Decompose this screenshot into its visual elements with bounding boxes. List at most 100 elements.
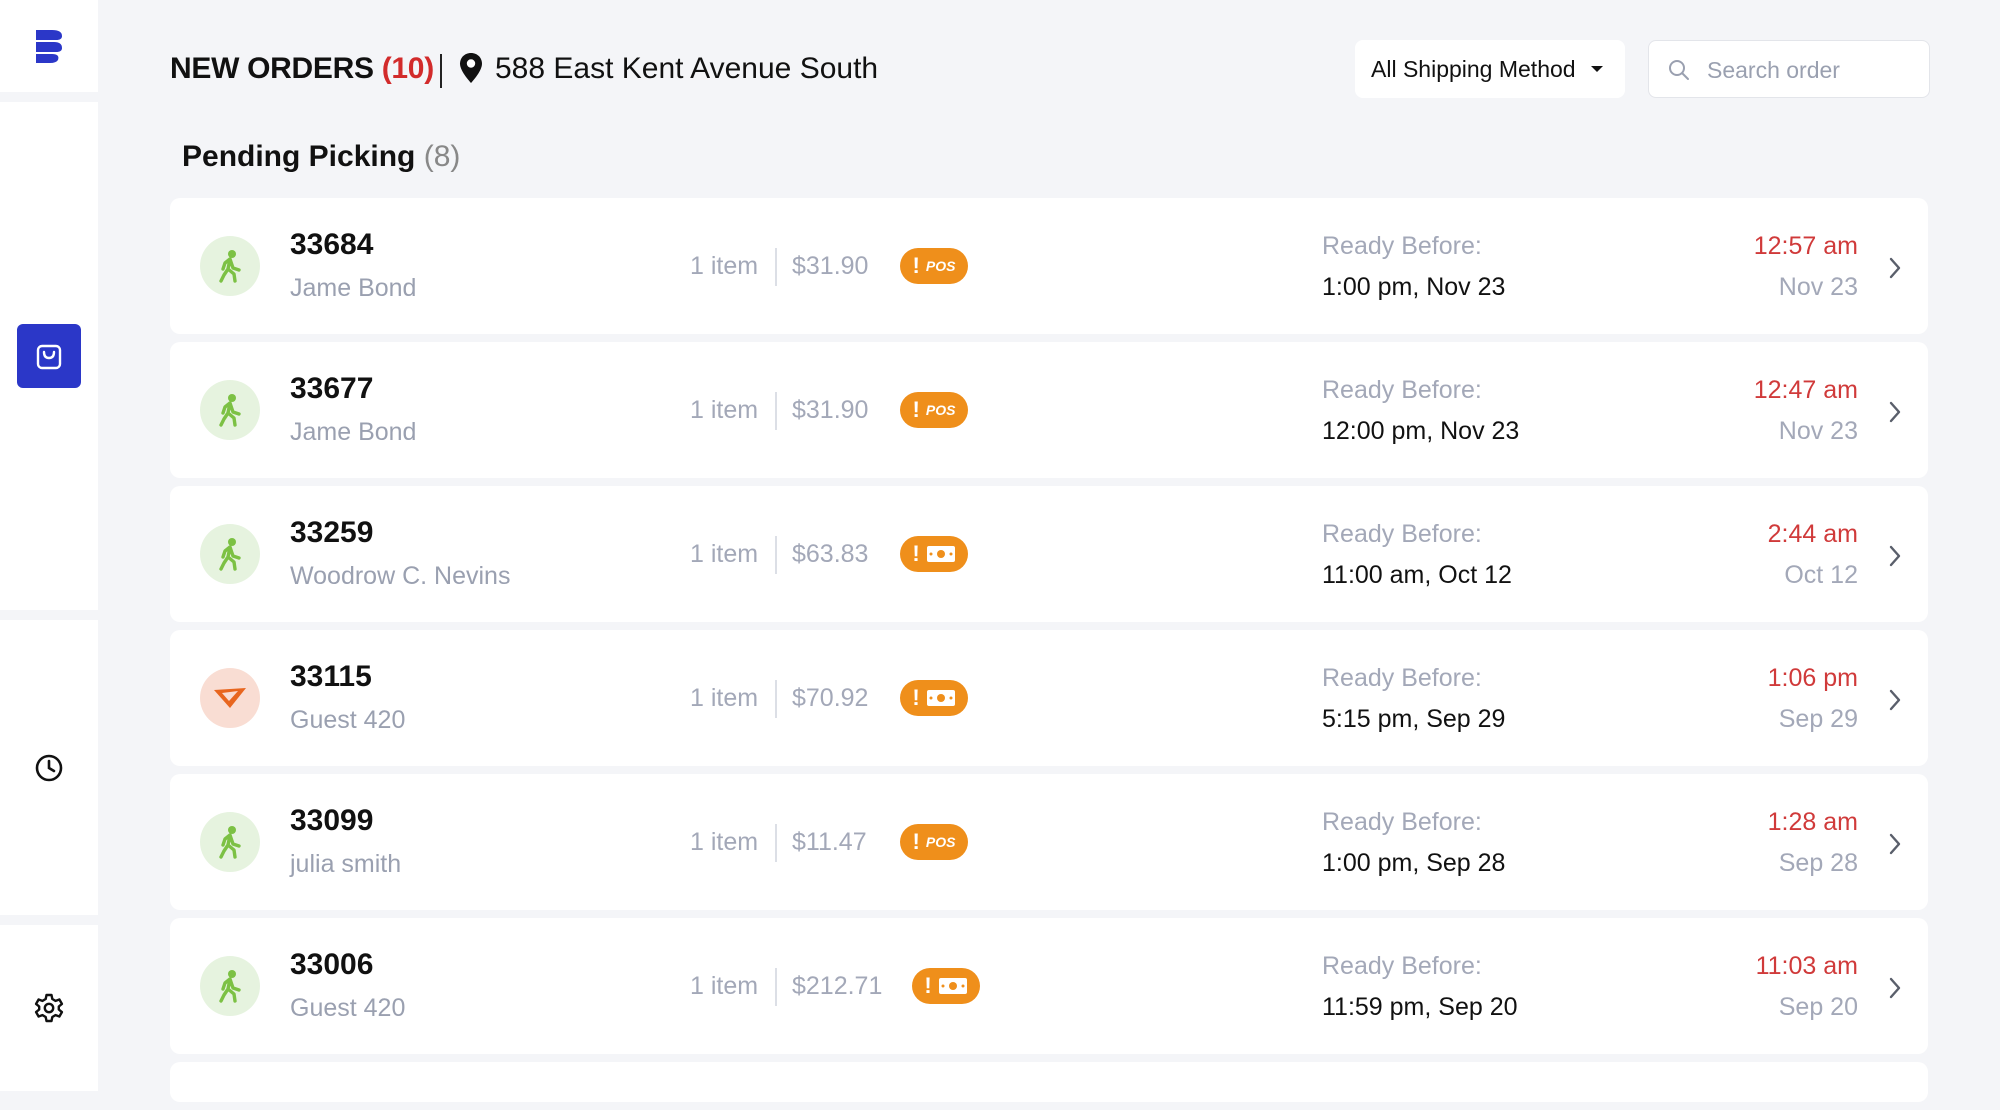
item-count: 1 item [690,396,759,424]
order-price: $11.47 [792,828,867,856]
search-box[interactable] [1648,40,1930,98]
order-time: 12:57 am [1753,232,1858,260]
alert-icon: ! [924,973,932,998]
delivery-plane-icon [200,668,260,728]
cash-icon [926,545,956,563]
divider [775,248,777,286]
order-date: Sep 29 [1778,705,1858,733]
order-id: 33099 [290,804,374,837]
divider [775,536,777,574]
item-count: 1 item [690,972,759,1000]
search-input[interactable] [1705,51,1919,89]
section-title: Pending Picking (8) [182,140,460,174]
ready-before-time: 12:00 pm, Nov 23 [1322,417,1520,445]
cash-icon [926,689,956,707]
ready-before-label: Ready Before: [1322,232,1482,260]
order-time: 1:06 pm [1767,664,1858,692]
caret-down-icon [1591,66,1603,72]
store-address[interactable]: 588 East Kent Avenue South [495,52,878,86]
order-id: 33259 [290,516,374,549]
shipping-method-value: All Shipping Method [1371,55,1576,82]
alert-icon: ! [912,397,920,422]
ready-before-label: Ready Before: [1322,808,1482,836]
chevron-right-icon [1888,976,1902,1005]
chevron-right-icon [1888,688,1902,717]
divider [775,392,777,430]
order-date: Nov 23 [1778,273,1858,301]
alert-icon: ! [912,541,920,566]
payment-badge: ! [900,536,968,572]
alert-icon: ! [912,829,920,854]
order-price: $212.71 [792,972,883,1000]
location-pin-icon [459,52,483,89]
order-price: $31.90 [792,252,869,280]
order-price: $70.92 [792,684,869,712]
pickup-walker-icon [200,956,260,1016]
order-date: Sep 28 [1778,849,1858,877]
item-count: 1 item [690,684,759,712]
alert-icon: ! [912,253,920,278]
item-count: 1 item [690,828,759,856]
ready-before-time: 11:59 pm, Sep 20 [1322,993,1518,1021]
customer-name: Guest 420 [290,994,406,1022]
order-row[interactable]: 33006 Guest 420 1 item $212.71! Ready Before… [170,918,1928,1054]
pos-label: POS [925,834,956,850]
pickup-walker-icon [200,524,260,584]
app-logo-icon[interactable] [34,28,64,64]
sidebar-item-orders[interactable] [17,324,81,388]
item-count: 1 item [690,540,759,568]
payment-badge: ! POS [900,392,968,428]
order-price: $31.90 [792,396,869,424]
order-price: $63.83 [792,540,869,568]
order-time: 2:44 am [1767,520,1858,548]
order-time: 12:47 am [1753,376,1858,404]
customer-name: Guest 420 [290,706,406,734]
header-divider [440,54,442,88]
payment-badge: ! POS [900,248,968,284]
chevron-right-icon [1888,256,1902,285]
ready-before-label: Ready Before: [1322,376,1482,404]
order-date: Oct 12 [1784,561,1858,589]
header: NEW ORDERS (10) 588 East Kent Avenue Sou… [170,40,1930,100]
sidebar-item-history[interactable] [0,620,98,915]
order-time: 1:28 am [1767,808,1858,836]
order-time: 11:03 am [1755,952,1858,980]
item-count: 1 item [690,252,759,280]
pickup-walker-icon [200,236,260,296]
ready-before-time: 5:15 pm, Sep 29 [1322,705,1506,733]
new-orders-count: (10) [381,52,434,85]
orders-list: 33684 Jame Bond 1 item $31.90! POS Ready Befo… [170,198,1928,1110]
cash-icon [938,977,968,995]
order-row[interactable]: 33259 Woodrow C. Nevins 1 item $63.83! Ready… [170,486,1928,622]
divider [775,968,777,1006]
clock-icon [34,753,64,783]
ready-before-time: 1:00 pm, Sep 28 [1322,849,1506,877]
order-row[interactable] [170,1062,1928,1102]
payment-badge: ! [912,968,980,1004]
order-id: 33677 [290,372,374,405]
customer-name: Jame Bond [290,274,417,302]
chevron-right-icon [1888,832,1902,861]
payment-badge: ! POS [900,824,968,860]
order-date: Nov 23 [1778,417,1858,445]
customer-name: Jame Bond [290,418,417,446]
page-title: NEW ORDERS (10) [170,52,434,86]
order-row[interactable]: 33115 Guest 420 1 item $70.92! Ready Before:… [170,630,1928,766]
order-row[interactable]: 33099 julia smith 1 item $11.47! POS Ready Be… [170,774,1928,910]
pickup-walker-icon [200,380,260,440]
order-date: Sep 20 [1778,993,1858,1021]
order-id: 33115 [290,660,372,693]
pos-label: POS [925,402,956,418]
page-title-text: NEW ORDERS [170,52,374,85]
order-id: 33006 [290,948,374,981]
pickup-walker-icon [200,812,260,872]
section-count: (8) [423,140,461,173]
ready-before-time: 1:00 pm, Nov 23 [1322,273,1506,301]
sidebar-item-settings[interactable] [0,925,98,1091]
shipping-method-select[interactable]: All Shipping Method [1355,40,1625,98]
shopping-bag-icon [33,340,65,372]
order-row[interactable]: 33677 Jame Bond 1 item $31.90! POS Ready Befo… [170,342,1928,478]
gear-icon [33,992,65,1024]
pos-label: POS [925,258,956,274]
order-row[interactable]: 33684 Jame Bond 1 item $31.90! POS Ready Befo… [170,198,1928,334]
